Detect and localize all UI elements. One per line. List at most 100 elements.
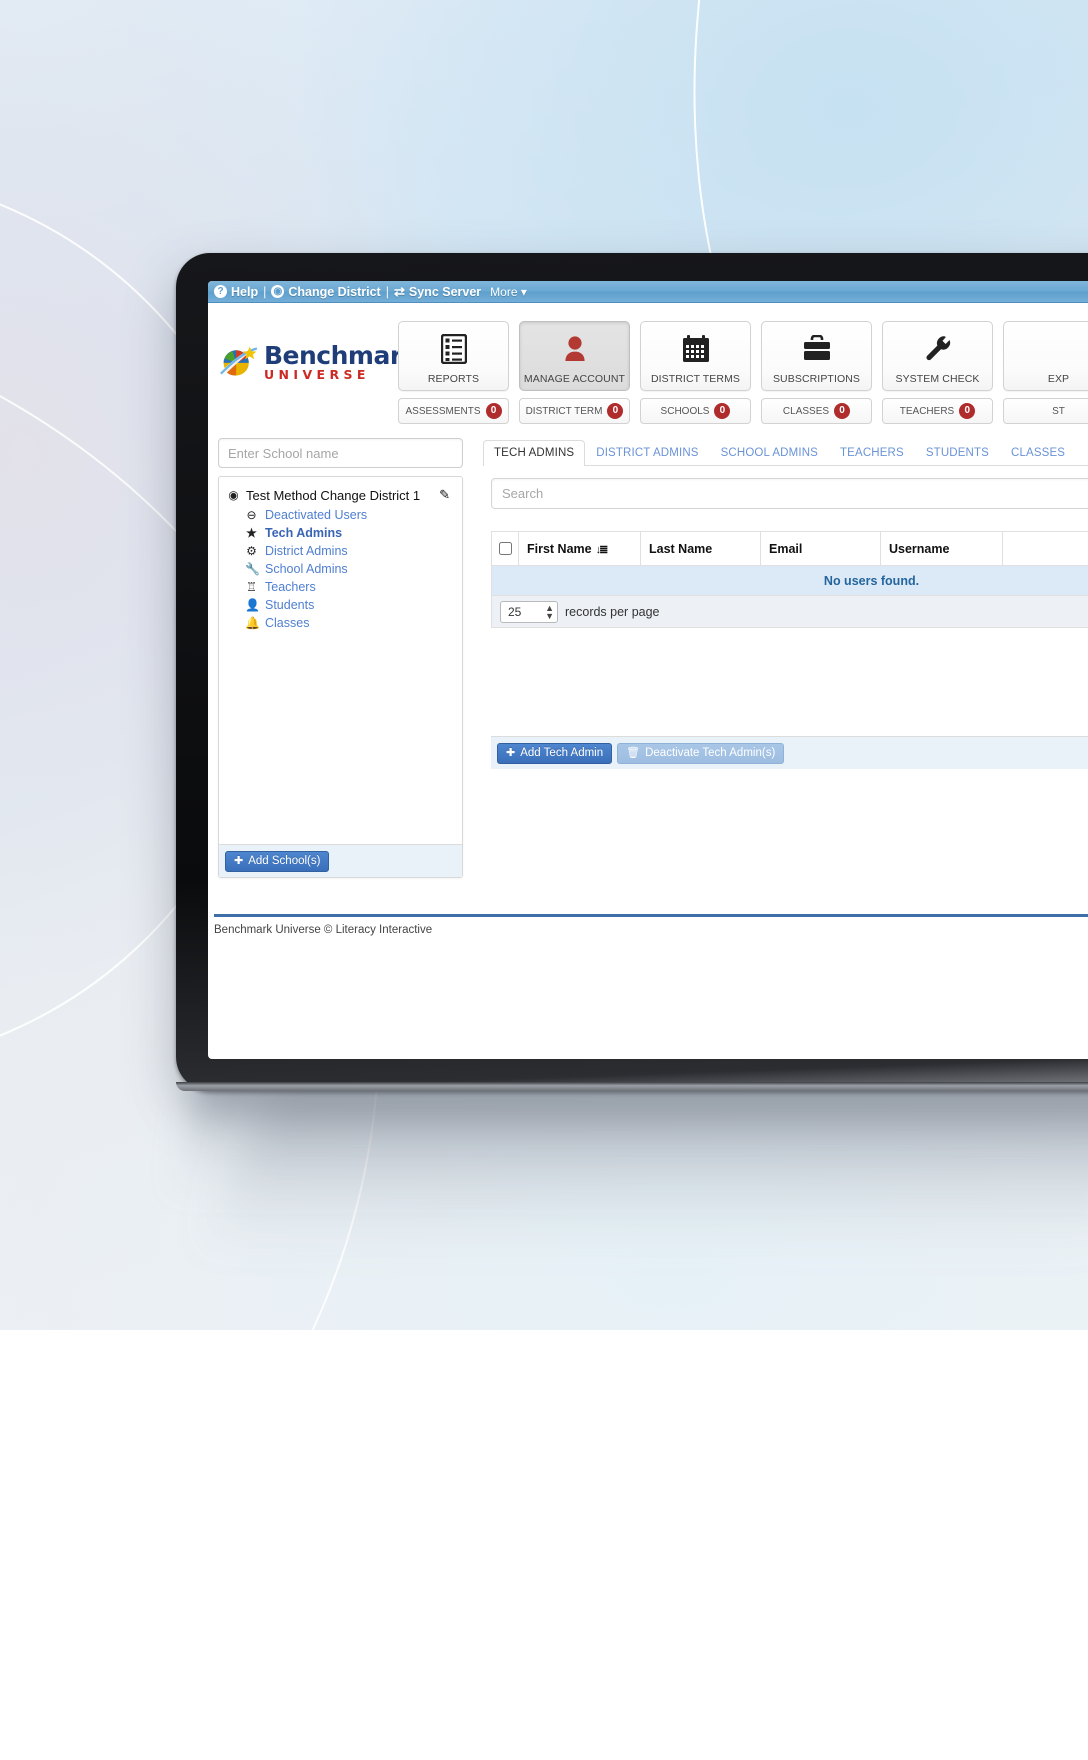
tablet-screen: ? Help | ◉ Change District | ⇄ Sync Serv… xyxy=(208,281,1088,1059)
pencil-icon[interactable]: ✎ xyxy=(439,487,454,503)
stepper-arrows-icon[interactable]: ▲▼ xyxy=(545,604,554,620)
records-per-page-value: 25 xyxy=(508,605,521,619)
sub-tile-district-term[interactable]: DISTRICT TERM 0 xyxy=(519,398,630,424)
sub-tile-label: DISTRICT TERM xyxy=(526,406,603,417)
tree-item-tech-admins[interactable]: ★ Tech Admins xyxy=(227,524,454,542)
sync-server-link[interactable]: Sync Server xyxy=(409,285,481,299)
nav-tile-subscriptions[interactable]: SUBSCRIPTIONS xyxy=(761,321,872,391)
sub-tile-classes[interactable]: CLASSES 0 xyxy=(761,398,872,424)
tree-root-district[interactable]: ◉ Test Method Change District 1 ✎ xyxy=(227,486,454,506)
device-bottom-edge xyxy=(176,1082,1088,1091)
users-table-wrapper: First Name↓≣ Last Name Email Username No… xyxy=(483,531,1088,628)
tab-students[interactable]: STUDENTS xyxy=(915,440,1000,466)
sub-tile-count-badge: 0 xyxy=(959,403,975,419)
tree-item-district-admins[interactable]: ⚙ District Admins xyxy=(227,542,454,560)
nav-tile-manage-account[interactable]: MANAGE ACCOUNT xyxy=(519,321,630,391)
tree-item-label: Tech Admins xyxy=(265,526,342,540)
district-tree-body: ◉ Test Method Change District 1 ✎ ⊖ Deac… xyxy=(219,477,462,844)
bell-icon: 🔔 xyxy=(245,616,258,630)
search-input[interactable] xyxy=(491,478,1088,509)
column-header-extra[interactable] xyxy=(1003,532,1088,566)
app-footer: Benchmark Universe © Literacy Interactiv… xyxy=(208,914,1088,936)
nav-tile-label: SUBSCRIPTIONS xyxy=(773,373,860,385)
sub-tile-students[interactable]: ST xyxy=(1003,398,1088,424)
add-school-button[interactable]: ✚ Add School(s) xyxy=(225,851,329,872)
sort-desc-icon[interactable]: ↓≣ xyxy=(596,543,607,556)
utility-separator-2: | xyxy=(386,285,389,299)
add-tech-admin-button[interactable]: ✚ Add Tech Admin xyxy=(497,743,612,764)
school-name-search-input[interactable] xyxy=(218,438,463,468)
main-content: ◉ Test Method Change District 1 ✎ ⊖ Deac… xyxy=(208,424,1088,878)
briefcase-icon xyxy=(802,331,832,367)
sub-tile-label: SCHOOLS xyxy=(661,406,710,417)
nav-tile-col-manage-account: MANAGE ACCOUNT DISTRICT TERM 0 xyxy=(519,321,630,424)
add-tech-admin-button-label: Add Tech Admin xyxy=(520,747,603,759)
tab-tech-admins[interactable]: TECH ADMINS xyxy=(483,440,585,466)
users-table-head: First Name↓≣ Last Name Email Username xyxy=(492,532,1088,566)
empty-state-message: No users found. xyxy=(492,566,1088,596)
tree-item-classes[interactable]: 🔔 Classes xyxy=(227,614,454,632)
records-per-page-stepper[interactable]: 25 ▲▼ xyxy=(500,601,558,623)
tree-item-label: Students xyxy=(265,598,314,612)
users-panel-actions: ✚ Add Tech Admin 🗑 Deactivate Tech Admin… xyxy=(491,736,1088,769)
nav-tile-col-reports: REPORTS ASSESSMENTS 0 xyxy=(398,321,509,424)
tab-teachers[interactable]: TEACHERS xyxy=(829,440,915,466)
nav-tile-export[interactable]: EXP xyxy=(1003,321,1088,391)
nav-tile-system-check[interactable]: SYSTEM CHECK xyxy=(882,321,993,391)
table-pager: 25 ▲▼ records per page View xyxy=(491,596,1088,628)
benchmark-globe-logo-icon xyxy=(218,344,258,380)
more-menu-button[interactable]: More ▾ xyxy=(490,285,527,299)
wrench-icon: 🔧 xyxy=(245,562,258,576)
globe-icon: ◉ xyxy=(271,285,284,298)
records-per-page-group: 25 ▲▼ records per page xyxy=(500,601,660,623)
nav-tile-district-terms[interactable]: DISTRICT TERMS xyxy=(640,321,751,391)
tree-item-school-admins[interactable]: 🔧 School Admins xyxy=(227,560,454,578)
sub-tile-count-badge: 0 xyxy=(834,403,850,419)
tree-item-teachers[interactable]: ♖ Teachers xyxy=(227,578,454,596)
tab-classes[interactable]: CLASSES xyxy=(1000,440,1076,466)
tab-deactivated-users[interactable]: DEA xyxy=(1076,440,1088,466)
nav-tile-col-system-check: SYSTEM CHECK TEACHERS 0 xyxy=(882,321,993,424)
users-panel: TECH ADMINS DISTRICT ADMINS SCHOOL ADMIN… xyxy=(483,438,1088,769)
nav-tile-label: MANAGE ACCOUNT xyxy=(524,373,625,385)
nav-tile-label: SYSTEM CHECK xyxy=(895,373,979,385)
column-header-email[interactable]: Email xyxy=(761,532,881,566)
sub-tile-teachers[interactable]: TEACHERS 0 xyxy=(882,398,993,424)
tree-item-label: Deactivated Users xyxy=(265,508,367,522)
brand-logo[interactable]: Benchmark UNIVERSE xyxy=(218,321,398,382)
logo-wordmark: Benchmark xyxy=(264,343,418,368)
device-shadow xyxy=(173,1078,1088,1198)
chess-rook-icon: ♖ xyxy=(245,580,258,594)
tree-item-label: Teachers xyxy=(265,580,316,594)
user-person-icon xyxy=(562,331,588,367)
school-tree-panel: ◉ Test Method Change District 1 ✎ ⊖ Deac… xyxy=(218,438,463,878)
help-link[interactable]: Help xyxy=(231,285,258,299)
tab-school-admins[interactable]: SCHOOL ADMINS xyxy=(710,440,829,466)
column-header-username[interactable]: Username xyxy=(881,532,1003,566)
sub-tile-assessments[interactable]: ASSESSMENTS 0 xyxy=(398,398,509,424)
shuffle-icon: ⇄ xyxy=(394,284,405,300)
column-header-last-name[interactable]: Last Name xyxy=(641,532,761,566)
nav-tile-col-district-terms: DISTRICT TERMS SCHOOLS 0 xyxy=(640,321,751,424)
gear-icon: ⚙ xyxy=(245,544,258,558)
users-search-row xyxy=(483,466,1088,509)
tab-district-admins[interactable]: DISTRICT ADMINS xyxy=(585,440,709,466)
deactivate-tech-admins-button[interactable]: 🗑 Deactivate Tech Admin(s) xyxy=(617,743,784,764)
column-header-first-name[interactable]: First Name↓≣ xyxy=(519,532,641,566)
nav-tile-label: EXP xyxy=(1048,373,1069,385)
nav-tile-label: REPORTS xyxy=(428,373,479,385)
utility-bar: ? Help | ◉ Change District | ⇄ Sync Serv… xyxy=(208,281,1088,303)
report-list-icon xyxy=(441,331,467,367)
sub-tile-count-badge: 0 xyxy=(607,403,623,419)
tree-item-deactivated-users[interactable]: ⊖ Deactivated Users xyxy=(227,506,454,524)
select-all-checkbox[interactable] xyxy=(499,542,512,555)
globe-icon: ◉ xyxy=(227,488,240,502)
sub-tile-schools[interactable]: SCHOOLS 0 xyxy=(640,398,751,424)
more-menu-label: More xyxy=(490,285,517,299)
tree-item-label: District Admins xyxy=(265,544,348,558)
nav-tile-reports[interactable]: REPORTS xyxy=(398,321,509,391)
change-district-link[interactable]: Change District xyxy=(288,285,380,299)
app-header: Benchmark UNIVERSE xyxy=(208,303,1088,424)
question-circle-icon: ? xyxy=(214,285,227,298)
tree-item-students[interactable]: 👤 Students xyxy=(227,596,454,614)
